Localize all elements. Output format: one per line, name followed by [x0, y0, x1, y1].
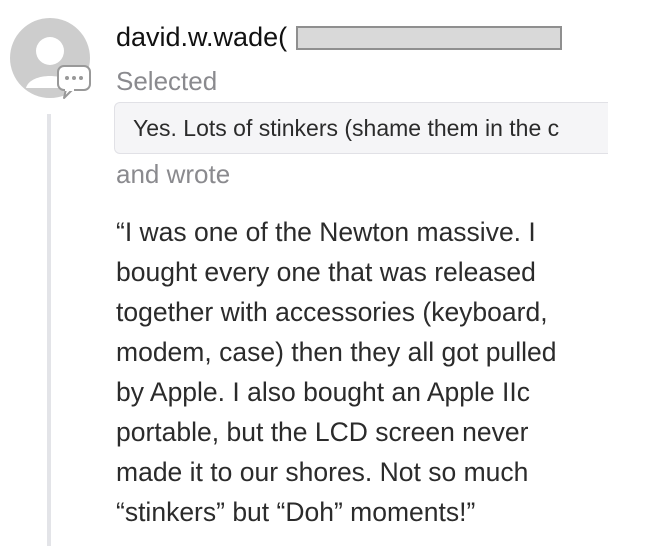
redacted-block [296, 26, 562, 50]
comment-body-line: by Apple. I also bought an Apple IIc [116, 377, 530, 407]
comment-body: “I was one of the Newton massive. I boug… [116, 212, 631, 532]
wrote-label: and wrote [116, 159, 231, 189]
comment-body-line: “I was one of the Newton massive. I [116, 217, 536, 247]
comment-body-line: “stinkers” but “Doh” moments!” [116, 497, 476, 527]
avatar[interactable] [8, 16, 92, 100]
selected-quote-chip[interactable]: Yes. Lots of stinkers (shame them in the… [114, 102, 608, 154]
thread-line [47, 114, 51, 546]
author-name[interactable]: david.w.wade( [116, 22, 302, 53]
selected-label: Selected [116, 66, 218, 96]
comment-body-line: portable, but the LCD screen never [116, 417, 529, 447]
comment-card: david.w.wade( Selected Yes. Lots of stin… [0, 0, 648, 546]
avatar-head [36, 37, 64, 65]
comment-body-line: made it to our shores. Not so much [116, 457, 529, 487]
selected-quote-text: Yes. Lots of stinkers (shame them in the… [133, 115, 560, 141]
comment-body-line: modem, case) then they all got pulled [116, 337, 557, 367]
comment-body-line: bought every one that was released [116, 257, 536, 287]
comment-body-line: together with accessories (keyboard, [116, 297, 548, 327]
